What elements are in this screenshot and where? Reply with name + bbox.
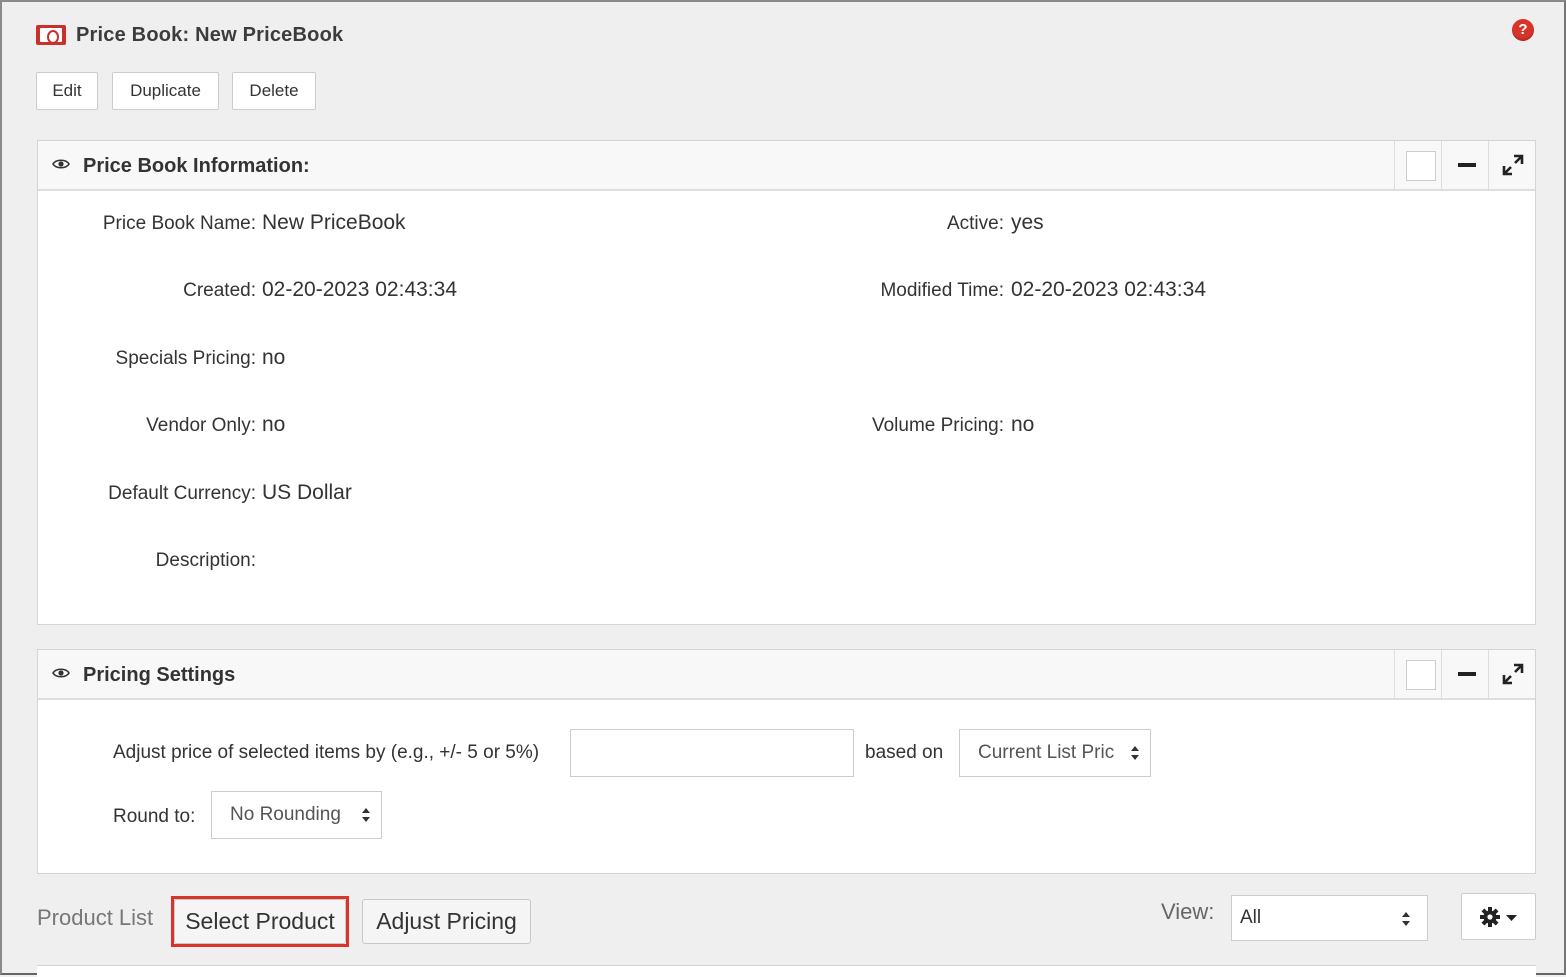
- adjust-price-label: Adjust price of selected items by (e.g.,…: [113, 742, 540, 763]
- highlight-box: [171, 896, 349, 947]
- field-label-created: Created:: [183, 280, 256, 301]
- panel-title: Price Book Information:: [83, 155, 310, 177]
- based-on-value: Current List Pric: [978, 742, 1115, 763]
- field-value-active: yes: [1011, 211, 1044, 234]
- panel-header: Pricing Settings: [38, 650, 1535, 700]
- based-on-select[interactable]: Current List Pric: [959, 729, 1151, 777]
- page-header: Price Book: New PriceBook: [36, 20, 343, 50]
- field-value-name: New PriceBook: [262, 211, 406, 234]
- field-label-specials: Specials Pricing:: [115, 348, 256, 369]
- price-book-information-panel: Price Book Information: Price Book Name:…: [37, 140, 1536, 625]
- round-to-label: Round to:: [113, 806, 196, 827]
- round-to-value: No Rounding: [230, 804, 341, 825]
- field-label-active: Active:: [946, 213, 1004, 234]
- field-label-currency: Default Currency:: [108, 483, 256, 504]
- product-list-label: Product List: [37, 905, 154, 930]
- help-icon[interactable]: ?: [1512, 19, 1534, 41]
- expand-icon: [1502, 663, 1524, 685]
- field-value-currency: US Dollar: [262, 481, 352, 504]
- edit-button[interactable]: Edit: [36, 72, 98, 110]
- based-on-label: based on: [865, 742, 944, 763]
- gear-icon: [1480, 907, 1500, 927]
- expand-button[interactable]: [1488, 141, 1535, 189]
- expand-icon: [1502, 154, 1524, 176]
- pricing-settings-panel: Pricing Settings Adjust price of selecte…: [37, 649, 1536, 874]
- pricebook-icon: [36, 25, 66, 45]
- minus-icon: [1458, 672, 1476, 676]
- field-value-modified: 02-20-2023 02:43:34: [1011, 278, 1206, 301]
- round-to-select[interactable]: No Rounding: [211, 791, 382, 839]
- eye-icon[interactable]: [52, 667, 70, 679]
- delete-button[interactable]: Delete: [232, 72, 316, 110]
- panel-checkbox[interactable]: [1406, 660, 1436, 690]
- field-label-modified: Modified Time:: [880, 280, 1004, 301]
- panel-tools: [1394, 650, 1535, 698]
- panel-select-tool: [1394, 141, 1441, 189]
- field-label-volume: Volume Pricing:: [871, 415, 1004, 436]
- field-value-vendor-only: no: [262, 413, 286, 436]
- field-value-created: 02-20-2023 02:43:34: [262, 278, 457, 301]
- page-frame: Price Book: New PriceBook ? Edit Duplica…: [0, 0, 1566, 977]
- field-label-vendor-only: Vendor Only:: [146, 415, 256, 436]
- field-label-description: Description:: [155, 550, 256, 571]
- select-arrows-icon: [1131, 746, 1139, 760]
- collapse-button[interactable]: [1441, 650, 1488, 698]
- panel-tools: [1394, 141, 1535, 189]
- view-label: View:: [1161, 899, 1215, 924]
- adjust-pricing-button[interactable]: Adjust Pricing: [362, 899, 531, 944]
- select-arrows-icon: [362, 808, 370, 822]
- field-value-volume: no: [1011, 413, 1035, 436]
- product-list-table-edge: [37, 965, 1536, 977]
- caret-down-icon: [1506, 915, 1517, 921]
- page-title: Price Book: New PriceBook: [76, 23, 344, 46]
- minus-icon: [1458, 163, 1476, 167]
- view-value: All: [1240, 907, 1262, 928]
- settings-dropdown-button[interactable]: [1461, 893, 1536, 940]
- field-value-specials: no: [262, 346, 286, 369]
- panel-select-tool: [1394, 650, 1441, 698]
- collapse-button[interactable]: [1441, 141, 1488, 189]
- panel-header: Price Book Information:: [38, 141, 1535, 191]
- expand-button[interactable]: [1488, 650, 1535, 698]
- duplicate-button[interactable]: Duplicate: [112, 72, 219, 110]
- adjust-price-input[interactable]: [570, 729, 854, 777]
- eye-icon[interactable]: [52, 158, 70, 170]
- panel-title: Pricing Settings: [83, 664, 236, 686]
- select-arrows-icon: [1402, 912, 1410, 926]
- field-label-name: Price Book Name:: [102, 213, 256, 234]
- view-select[interactable]: All: [1231, 895, 1428, 941]
- panel-checkbox[interactable]: [1406, 151, 1436, 181]
